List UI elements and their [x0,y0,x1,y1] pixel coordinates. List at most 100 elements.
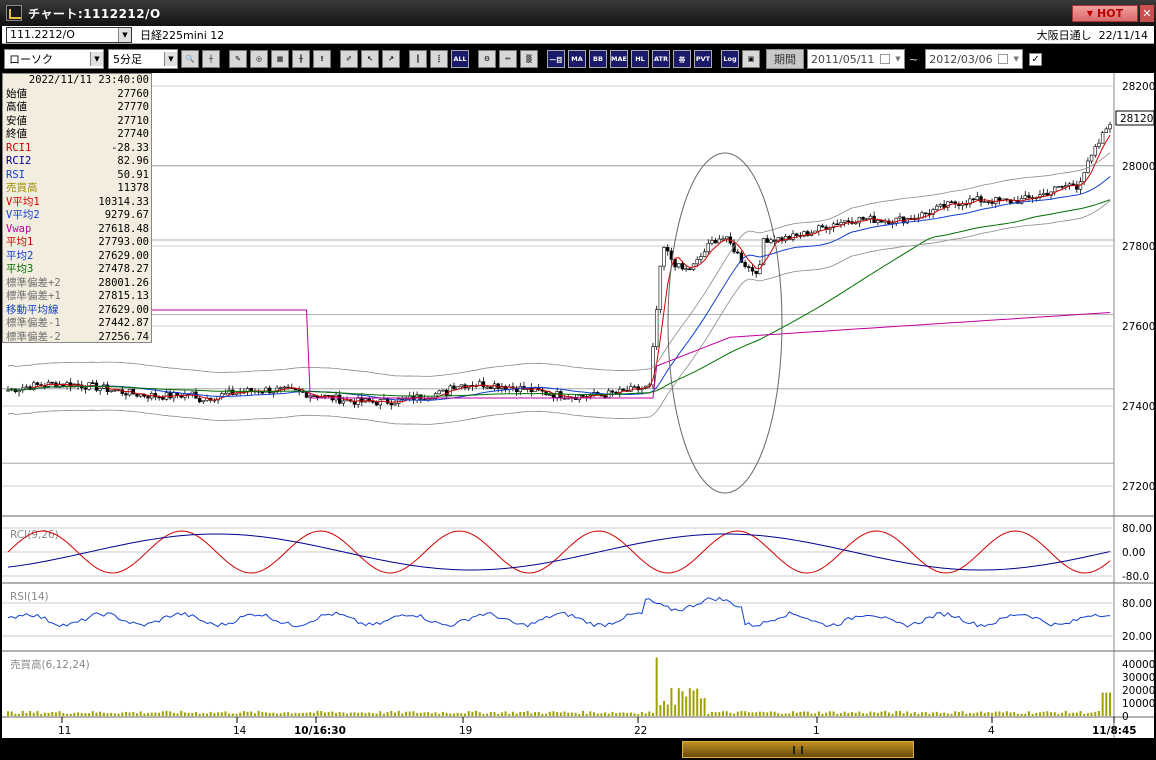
crosshair-icon[interactable]: ┼ [202,50,220,68]
period-button[interactable]: 期間 [766,49,804,69]
candle-body [83,387,88,390]
volume-bar [482,713,485,716]
zoom-icon[interactable]: 🔍 [181,50,199,68]
volume-bar [1020,713,1023,716]
candle-body [769,239,773,243]
symbol-name: 日経225mini 12 [140,28,225,42]
grid-icon[interactable]: ▦ [271,50,289,68]
bb-icon[interactable]: BB [589,50,607,68]
tick2-icon[interactable]: ┋ [430,50,448,68]
volume-bar [69,713,72,716]
target-icon[interactable]: ◎ [250,50,268,68]
pen-icon[interactable]: ✐ [340,50,358,68]
volume-bar [674,704,677,716]
hot-badge-button[interactable]: ▼ HOT [1072,5,1138,22]
volume-bar [283,712,286,716]
band-icon[interactable]: 帯 [673,50,691,68]
chart-canvas[interactable]: 28200 28000 27800 27600 27400 27200 28120 RCI(9… [2,73,1154,738]
data-value: 27629.00 [98,249,149,262]
data-value: 27815.13 [98,290,149,302]
price-tick-label: 27800 [1122,241,1154,253]
volume-bar [663,700,666,716]
brush-icon[interactable]: ✏ [499,50,517,68]
volume-bar [755,712,758,716]
volume-bar [511,711,514,716]
data-label: 平均3 [6,263,34,275]
volume-bar [102,712,105,716]
toolbar-buttons: 🔍 ┼ ✎ ◎ ▦ ╫! ✐ ↖ ↗ ┃ ┋ ALL ⚙ ✏ ▒ 一目 MA BB MAE HL ATR 帯 PVT Log ▣ [178,50,760,68]
chart-type-select[interactable]: ローソク ▼ [4,49,104,69]
date-to-field[interactable]: 2012/03/06 ▼ [925,49,1024,69]
candle-body [1053,186,1057,193]
gear-icon[interactable]: ⚙ [478,50,496,68]
volume-bar [438,713,441,716]
volume-bar [1042,711,1045,716]
volume-bar [449,713,452,716]
chevron-down-icon[interactable]: ▼ [1010,55,1022,63]
candle-icon[interactable]: ╫ [292,50,310,68]
warning-icon[interactable]: ! [313,50,331,68]
volume-bar [589,711,592,716]
hl-icon[interactable]: HL [631,50,649,68]
candle-body [603,395,607,398]
ichimoku-icon[interactable]: 一目 [547,50,565,68]
data-value: -28.33 [111,141,149,154]
last-price-label: 28120 [1120,113,1153,125]
all-icon[interactable]: ALL [451,50,469,68]
candle-body [960,203,965,206]
volume-bar [629,712,632,716]
volume-bar [1105,692,1108,716]
volume-bar [312,712,315,716]
date-from-field[interactable]: 2011/05/11 ▼ [807,49,905,69]
data-label: 安値 [6,114,27,127]
chevron-down-icon[interactable]: ▼ [164,52,177,66]
log-icon[interactable]: Log [721,50,739,68]
arrow-icon[interactable]: ↖ [361,50,379,68]
data-window: 2022/11/11 23:40:00 始値 27760 高値 27770 安値 2771… [2,73,152,343]
scroll-thumb[interactable] [682,741,914,758]
volume-bar [615,713,618,716]
rainbow-icon[interactable]: ▒ [520,50,538,68]
mae-icon[interactable]: MAE [610,50,628,68]
candle-body [481,381,486,388]
volume-bar [493,712,496,716]
candle-body [24,386,29,389]
volume-bar [390,710,393,716]
chevron-down-icon[interactable]: ▼ [118,27,131,42]
volume-bar [1101,692,1104,716]
candle-body [50,381,54,384]
interval-select[interactable]: 5分足 ▼ [108,49,178,69]
save-icon[interactable]: ▣ [742,50,760,68]
ma-icon[interactable]: MA [568,50,586,68]
data-row: RSI 50.91 [3,169,151,183]
calendar-icon[interactable] [880,54,890,64]
candle-body [172,392,176,399]
candle-body [459,384,464,388]
volume-bar [578,713,581,716]
chevron-down-icon[interactable]: ▼ [892,55,904,63]
atr-icon[interactable]: ATR [652,50,670,68]
chevron-down-icon[interactable]: ▼ [90,52,103,66]
data-row: 標準偏差-1 27442.87 [3,317,151,331]
candle-body [338,394,342,404]
candle-body [894,217,898,224]
tick1-icon[interactable]: ┃ [409,50,427,68]
volume-bar [710,711,713,716]
calendar-icon[interactable] [998,54,1009,64]
chart-area[interactable]: 28200 28000 27800 27600 27400 27200 28120 RCI(9… [2,73,1154,738]
close-button[interactable]: ✕ [1140,5,1154,22]
horizontal-scrollbar[interactable] [2,738,1154,760]
period-checkbox[interactable]: ✓ [1029,52,1043,66]
volume-bar [563,711,566,716]
volume-bar [139,711,142,716]
volume-bar [530,713,533,716]
volume-bar [224,711,227,716]
draw-icon[interactable]: ✎ [229,50,247,68]
volume-bar [1046,711,1049,716]
symbol-select[interactable]: 111.2212/O ▼ [6,26,132,43]
candle-body [868,215,873,220]
pvt-icon[interactable]: PVT [694,50,712,68]
window-title: チャート:1112212/O [28,6,161,21]
cursor-icon[interactable]: ↗ [382,50,400,68]
volume-bar [110,712,113,716]
